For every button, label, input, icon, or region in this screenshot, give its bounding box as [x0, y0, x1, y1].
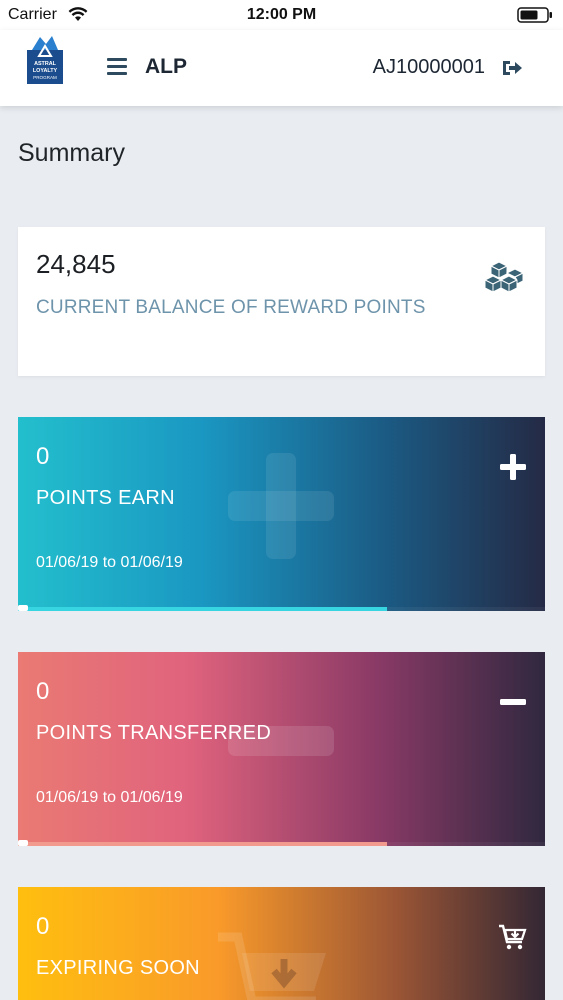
balance-card: 24,845 CURRENT BALANCE OF REWARD POINTS — [18, 227, 545, 376]
astral-loyalty-logo: ASTRAL LOYALTY PROGRAM — [27, 36, 63, 84]
clock: 12:00 PM — [246, 6, 317, 23]
balance-label: CURRENT BALANCE OF REWARD POINTS — [36, 297, 426, 318]
plus-icon[interactable] — [499, 453, 527, 481]
battery-icon — [517, 7, 552, 23]
points-transferred-value: 0 — [36, 678, 50, 705]
minus-icon[interactable] — [499, 688, 527, 716]
page-title: Summary — [18, 139, 125, 167]
points-transferred-card[interactable]: 0 POINTS TRANSFERRED 01/06/19 to 01/06/1… — [18, 652, 545, 846]
balance-value: 24,845 — [36, 249, 116, 279]
plus-watermark-icon — [228, 453, 334, 559]
points-transferred-progress — [18, 840, 545, 846]
logout-icon[interactable] — [501, 58, 523, 78]
points-transferred-label: POINTS TRANSFERRED — [36, 722, 272, 744]
status-bar: Carrier 12:00 PM — [0, 0, 563, 30]
points-earn-label: POINTS EARN — [36, 487, 175, 509]
expiring-soon-value: 0 — [36, 913, 50, 940]
points-earn-progress-fill — [18, 607, 387, 611]
logo-line-1: ASTRAL — [34, 61, 57, 67]
expiring-soon-card[interactable]: 0 EXPIRING SOON — [18, 887, 545, 1000]
cart-download-icon[interactable] — [497, 923, 527, 951]
points-earn-card[interactable]: 0 POINTS EARN 01/06/19 to 01/06/19 — [18, 417, 545, 611]
points-earn-value: 0 — [36, 443, 50, 470]
logo-line-3: PROGRAM — [33, 75, 57, 80]
hamburger-menu-icon[interactable] — [107, 58, 127, 76]
cubes-icon — [485, 261, 525, 293]
logo-line-2: LOYALTY — [33, 68, 58, 74]
points-transferred-progress-knob — [18, 840, 28, 846]
points-transferred-progress-fill — [18, 842, 387, 846]
points-transferred-date-range: 01/06/19 to 01/06/19 — [36, 789, 183, 806]
points-earn-date-range: 01/06/19 to 01/06/19 — [36, 554, 183, 571]
user-id: AJ10000001 — [372, 56, 485, 78]
expiring-soon-label: EXPIRING SOON — [36, 957, 200, 979]
app-title: ALP — [145, 55, 187, 78]
points-earn-progress — [18, 605, 545, 611]
app-header: ASTRAL LOYALTY PROGRAM ALP AJ10000001 — [0, 30, 563, 106]
points-earn-progress-knob — [18, 605, 28, 611]
cart-watermark-icon — [218, 932, 326, 1000]
